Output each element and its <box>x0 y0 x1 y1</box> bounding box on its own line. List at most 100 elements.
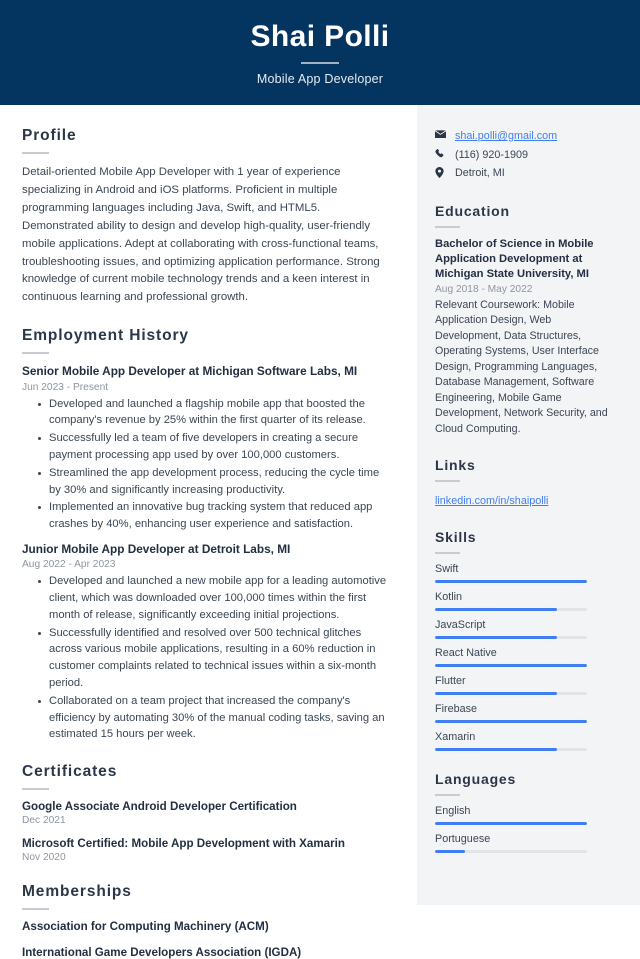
language-label: English <box>435 805 471 818</box>
linkedin-link[interactable]: linkedin.com/in/shaipolli <box>435 495 548 507</box>
main-column: Profile Detail-oriented Mobile App Devel… <box>0 105 417 959</box>
language-bar-track <box>435 822 587 826</box>
certificate-name: Google Associate Android Developer Certi… <box>22 800 297 814</box>
membership-item: International Game Developers Associatio… <box>22 946 302 959</box>
skill-bar-track <box>435 580 587 584</box>
certificate-date: Nov 2020 <box>22 852 66 864</box>
page-title: Shai Polli <box>250 19 390 53</box>
heading-underline <box>435 794 460 797</box>
skill-bar-fill <box>435 720 587 724</box>
links-heading: Links <box>435 457 476 474</box>
section-profile: Profile Detail-oriented Mobile App Devel… <box>22 127 393 307</box>
job-bullet: Developed and launched a flagship mobile… <box>38 396 393 430</box>
job-bullet-list: Developed and launched a new mobile app … <box>22 573 393 743</box>
employment-entry: Senior Mobile App Developer at Michigan … <box>22 364 393 533</box>
skill-label: Flutter <box>435 675 466 688</box>
heading-underline <box>435 225 460 228</box>
profile-heading: Profile <box>22 127 77 144</box>
skill-bar-fill <box>435 608 557 612</box>
skill-label: React Native <box>435 647 497 660</box>
skill-bar-track <box>435 720 587 724</box>
section-education: Education Bachelor of Science in Mobile … <box>435 203 620 438</box>
resume-page: Shai Polli Mobile App Developer Profile … <box>0 0 640 959</box>
section-memberships: Memberships Association for Computing Ma… <box>22 883 393 959</box>
resume-body: Profile Detail-oriented Mobile App Devel… <box>0 105 640 959</box>
certificate-date: Dec 2021 <box>22 815 66 827</box>
phone-icon <box>435 148 449 159</box>
language-item: English <box>435 805 620 826</box>
heading-underline <box>22 788 49 791</box>
section-skills: Skills Swift Kotlin JavaScript React Nat… <box>435 529 620 752</box>
location-pin-icon <box>435 166 449 179</box>
skill-label: Xamarin <box>435 731 476 744</box>
job-bullet: Developed and launched a new mobile app … <box>38 573 393 623</box>
job-bullet: Implemented an innovative bug tracking s… <box>38 499 393 533</box>
language-bar-track <box>435 850 587 854</box>
education-description: Relevant Coursework: Mobile Application … <box>435 298 608 435</box>
heading-underline <box>22 352 49 355</box>
heading-underline <box>435 552 460 555</box>
memberships-heading: Memberships <box>22 883 132 901</box>
heading-underline <box>22 152 49 154</box>
skill-bar-fill <box>435 664 587 668</box>
job-date: Jun 2023 - Present <box>22 381 109 393</box>
skill-label: Firebase <box>435 703 478 716</box>
education-degree: Bachelor of Science in Mobile Applicatio… <box>435 237 594 280</box>
skill-item: Firebase <box>435 703 620 724</box>
education-heading: Education <box>435 202 510 219</box>
section-certificates: Certificates Google Associate Android De… <box>22 763 393 863</box>
email-icon <box>435 129 449 139</box>
language-bar-fill <box>435 850 466 854</box>
job-bullet: Successfully led a team of five develope… <box>38 430 393 464</box>
section-languages: Languages English Portuguese <box>435 771 620 854</box>
certificate-name: Microsoft Certified: Mobile App Developm… <box>22 837 345 851</box>
language-label: Portuguese <box>435 833 491 846</box>
skill-bar-fill <box>435 580 587 584</box>
education-date: Aug 2018 - May 2022 <box>435 283 533 295</box>
job-bullet: Successfully identified and resolved ove… <box>38 625 393 692</box>
skill-item: Kotlin <box>435 591 620 612</box>
job-title: Junior Mobile App Developer at Detroit L… <box>22 541 291 556</box>
header-job-title: Mobile App Developer <box>256 71 384 86</box>
contact-location-value: Detroit, MI <box>455 167 505 180</box>
skill-item: Xamarin <box>435 731 620 752</box>
contact-phone-value: (116) 920-1909 <box>455 148 529 161</box>
job-bullet-list: Developed and launched a flagship mobile… <box>22 396 393 533</box>
skill-bar-fill <box>435 636 557 640</box>
skill-bar-track <box>435 664 587 668</box>
skill-label: Swift <box>435 563 459 576</box>
skills-heading: Skills <box>435 529 477 546</box>
languages-heading: Languages <box>435 771 517 788</box>
certificates-heading: Certificates <box>22 763 118 781</box>
certificate-entry: Google Associate Android Developer Certi… <box>22 800 393 826</box>
skill-item: JavaScript <box>435 619 620 640</box>
contact-list: shai.polli@gmail.com (116) 920-1909 Detr… <box>435 129 620 181</box>
skill-bar-track <box>435 692 587 696</box>
job-bullet: Streamlined the app development process,… <box>38 465 393 499</box>
skill-label: JavaScript <box>435 619 486 632</box>
membership-item: Association for Computing Machinery (ACM… <box>22 920 269 934</box>
skill-item: Flutter <box>435 675 620 696</box>
job-date: Aug 2022 - Apr 2023 <box>22 559 116 571</box>
employment-entry: Junior Mobile App Developer at Detroit L… <box>22 542 393 743</box>
skill-bar-fill <box>435 748 557 752</box>
employment-heading: Employment History <box>22 327 189 345</box>
certificate-entry: Microsoft Certified: Mobile App Developm… <box>22 837 393 863</box>
contact-email-link[interactable]: shai.polli@gmail.com <box>455 129 557 144</box>
skill-bar-track <box>435 608 587 612</box>
contact-phone-row: (116) 920-1909 <box>435 148 620 163</box>
skill-item: React Native <box>435 647 620 668</box>
job-bullet: Collaborated on a team project that incr… <box>38 693 393 743</box>
skill-label: Kotlin <box>435 591 463 604</box>
sidebar-column: shai.polli@gmail.com (116) 920-1909 Detr… <box>417 105 640 905</box>
contact-email-row: shai.polli@gmail.com <box>435 129 620 144</box>
skill-bar-track <box>435 636 587 640</box>
profile-text: Detail-oriented Mobile App Developer wit… <box>22 166 380 304</box>
job-title: Senior Mobile App Developer at Michigan … <box>22 364 358 379</box>
header-divider <box>301 61 339 64</box>
skill-item: Swift <box>435 563 620 584</box>
heading-underline <box>435 480 460 483</box>
language-item: Portuguese <box>435 833 620 854</box>
language-bar-fill <box>435 822 587 826</box>
heading-underline <box>22 908 49 911</box>
